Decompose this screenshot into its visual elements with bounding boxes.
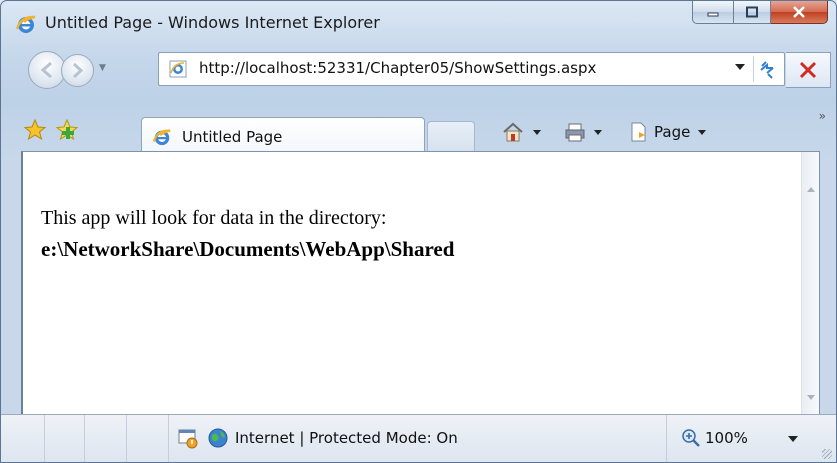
page-icon — [631, 122, 646, 142]
status-bar: Internet | Protected Mode: On 100% — [1, 414, 836, 462]
window-controls — [692, 1, 828, 25]
minimize-button[interactable] — [692, 1, 734, 24]
status-cell — [44, 415, 85, 462]
print-button[interactable] — [564, 118, 602, 146]
directory-path: e:\NetworkShare\Documents\WebApp\Shared — [41, 237, 455, 261]
scroll-up-icon[interactable] — [807, 187, 815, 192]
resize-grip[interactable] — [822, 449, 832, 459]
address-dropdown-icon[interactable] — [735, 64, 745, 70]
page-menu-button[interactable]: Page — [629, 118, 707, 146]
chevron-down-icon — [594, 129, 602, 135]
internet-explorer-icon — [152, 129, 171, 146]
page-icon — [169, 60, 187, 78]
chevron-down-icon — [533, 129, 541, 135]
internet-explorer-icon — [15, 15, 36, 33]
tab-toolbar: Untitled Page Page » — [1, 109, 836, 156]
home-button[interactable] — [501, 118, 541, 146]
home-icon — [503, 122, 523, 142]
status-cell — [1, 415, 45, 462]
security-zone-text[interactable]: Internet | Protected Mode: On — [235, 429, 458, 447]
favorites-star-icon[interactable] — [23, 118, 47, 142]
directory-message: This app will look for data in the direc… — [41, 207, 387, 229]
forward-button[interactable] — [61, 54, 94, 87]
zoom-icon[interactable] — [681, 428, 701, 448]
vertical-scrollbar[interactable] — [801, 152, 819, 414]
tab-label: Untitled Page — [182, 128, 283, 146]
maximize-icon — [746, 6, 758, 18]
address-bar[interactable]: http://localhost:52331/Chapter05/ShowSet… — [158, 52, 785, 86]
minimize-icon — [707, 12, 719, 17]
close-icon — [793, 6, 805, 18]
status-divider — [666, 415, 667, 462]
printer-icon — [565, 123, 585, 142]
refresh-icon[interactable] — [753, 56, 780, 82]
scroll-down-icon[interactable] — [807, 395, 815, 400]
status-cell — [84, 415, 127, 462]
stop-button[interactable] — [786, 52, 831, 88]
back-arrow-icon — [40, 61, 52, 79]
page-menu-label: Page — [654, 123, 691, 141]
add-favorites-icon[interactable] — [55, 118, 79, 142]
page-content: This app will look for data in the direc… — [21, 151, 820, 415]
window-title: Untitled Page - Windows Internet Explore… — [45, 13, 380, 32]
browser-window: Untitled Page - Windows Internet Explore… — [0, 0, 837, 463]
forward-arrow-icon — [72, 62, 84, 79]
globe-icon — [208, 428, 228, 448]
title-bar: Untitled Page - Windows Internet Explore… — [1, 1, 836, 45]
chevron-down-icon — [698, 129, 707, 135]
toolbar-overflow-chevron-icon[interactable]: » — [819, 109, 826, 123]
close-button[interactable] — [771, 1, 828, 24]
zoom-level[interactable]: 100% — [705, 429, 748, 447]
zoom-dropdown-icon[interactable] — [788, 436, 798, 442]
url-text[interactable]: http://localhost:52331/Chapter05/ShowSet… — [199, 59, 596, 77]
recent-pages-dropdown[interactable]: ▼ — [99, 63, 106, 73]
stop-icon — [799, 61, 817, 79]
status-cell — [126, 415, 169, 462]
popup-blocker-icon[interactable] — [177, 427, 199, 449]
maximize-button[interactable] — [734, 1, 771, 24]
